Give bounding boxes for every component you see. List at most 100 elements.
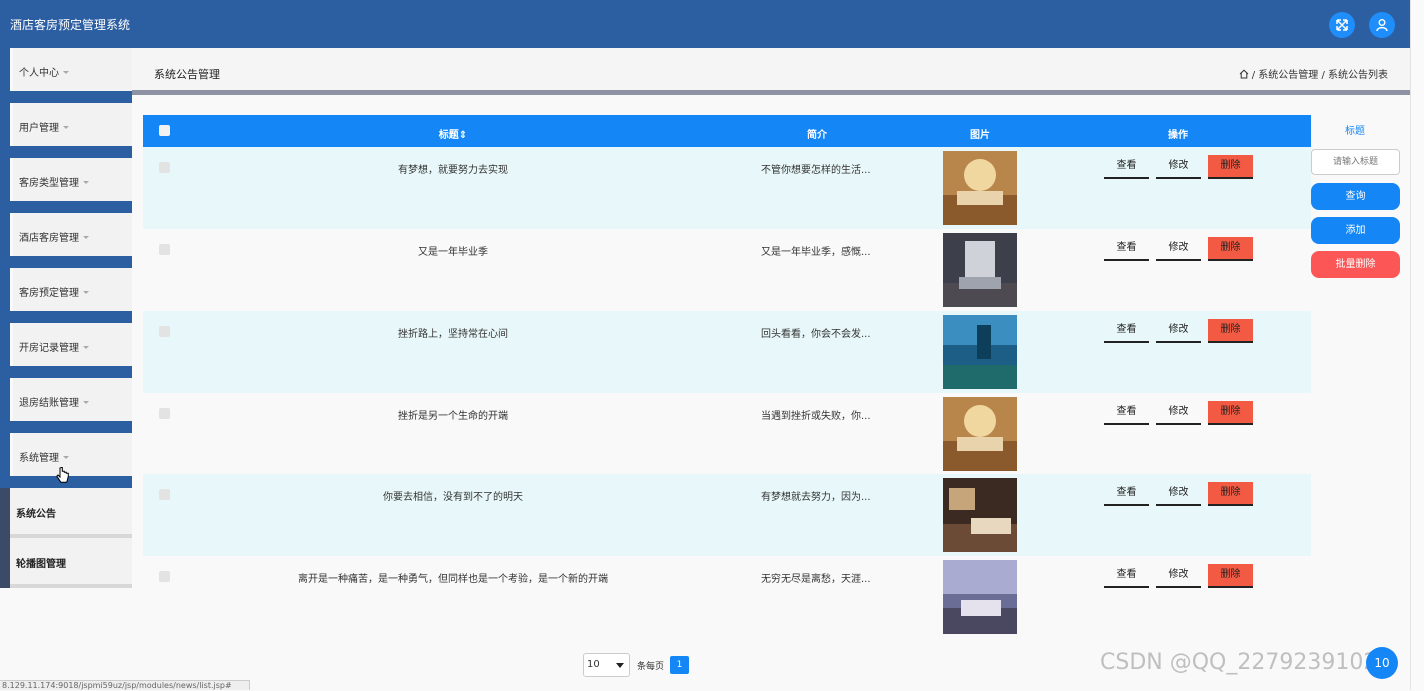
view-button[interactable]: 查看 [1104,237,1149,261]
caret-down-icon [83,236,89,239]
sidebar-subitem-label: 系统公告 [16,509,56,520]
search-title-input[interactable]: 请输入标题 [1311,149,1400,175]
row-checkbox[interactable] [159,162,170,173]
delete-button[interactable]: 删除 [1208,564,1253,588]
sidebar-subitem-card: 系统公告 [10,488,132,534]
row-checkbox[interactable] [159,489,170,500]
hand-cursor-icon [56,467,69,483]
sidebar-item-hotel-room-management[interactable]: 酒店客房管理 [0,213,132,268]
select-all-checkbox[interactable] [159,125,170,136]
sidebar-bar [10,146,132,158]
row-summary: 有梦想就去努力，因为... [761,492,871,503]
view-button[interactable]: 查看 [1104,401,1149,425]
table-row: 你要去相信，没有到不了的明天 有梦想就去努力，因为... 查看 修改 删除 [143,474,1311,556]
sidebar: 个人中心 用户管理 客房类型管理 酒店客房管理 客房预定管理 开房记录管理 退房… [0,48,132,588]
row-summary: 不管你想要怎样的生活... [761,165,871,176]
delete-button[interactable]: 删除 [1208,155,1253,179]
column-header-title[interactable]: 标题⇕ [439,126,467,141]
sidebar-item-label: 退房结账管理 [19,398,79,409]
add-button[interactable]: 添加 [1311,217,1400,244]
sidebar-strip [0,378,10,433]
page-header: 系统公告管理 / 系统公告管理 / 系统公告列表 [132,48,1410,90]
sidebar-item-card: 客房类型管理 [13,158,132,201]
sidebar-bar [10,91,132,103]
fullscreen-icon [1336,19,1348,31]
status-bar-url: 8.129.11.174:9018/jspmi59uz/jsp/modules/… [0,680,250,690]
sidebar-item-checkout-billing[interactable]: 退房结账管理 [0,378,132,433]
edit-button[interactable]: 修改 [1156,564,1201,588]
delete-button[interactable]: 删除 [1208,319,1253,343]
row-checkbox[interactable] [159,408,170,419]
sidebar-item-personal-center[interactable]: 个人中心 [0,48,132,103]
user-button[interactable] [1369,12,1395,38]
caret-down-icon [83,346,89,349]
delete-button[interactable]: 删除 [1208,401,1253,425]
chevron-down-icon [616,663,624,668]
batch-delete-button[interactable]: 批量删除 [1311,251,1400,278]
floating-button[interactable]: 10 [1366,647,1398,679]
sidebar-item-room-type-management[interactable]: 客房类型管理 [0,158,132,213]
page-number-current[interactable]: 1 [670,656,689,674]
sidebar-bar [10,256,132,268]
page-size-select[interactable]: 10 [583,653,630,677]
sidebar-strip [0,433,10,488]
sidebar-item-user-management[interactable]: 用户管理 [0,103,132,158]
query-button[interactable]: 查询 [1311,183,1400,210]
sidebar-item-label: 酒店客房管理 [19,233,79,244]
sidebar-strip [0,158,10,213]
sidebar-item-booking-management[interactable]: 客房预定管理 [0,268,132,323]
column-header-summary: 简介 [807,130,827,141]
row-summary: 无穷无尽是离愁，天涯... [761,574,871,585]
edit-button[interactable]: 修改 [1156,237,1201,261]
delete-button[interactable]: 删除 [1208,237,1253,261]
home-icon[interactable] [1239,69,1249,79]
sidebar-item-checkin-records[interactable]: 开房记录管理 [0,323,132,378]
row-checkbox[interactable] [159,244,170,255]
view-button[interactable]: 查看 [1104,319,1149,343]
view-button[interactable]: 查看 [1104,155,1149,179]
row-title: 挫折是另一个生命的开端 [398,411,508,422]
table-header: 标题⇕ 简介 图片 操作 [143,115,1311,147]
sidebar-strip [0,268,10,323]
sidebar-subitem-carousel[interactable]: 轮播图管理 [0,538,132,588]
sidebar-item-card: 客房预定管理 [13,268,132,311]
top-bar: 酒店客房预定管理系统 [0,0,1410,48]
breadcrumb-item[interactable]: 系统公告管理 [1258,70,1318,81]
sidebar-item-card: 系统管理 [13,433,132,476]
header-divider [132,90,1410,95]
sidebar-strip [0,488,10,538]
row-checkbox[interactable] [159,571,170,582]
sidebar-item-card: 个人中心 [13,48,132,91]
column-header-actions: 操作 [1168,130,1188,141]
delete-button[interactable]: 删除 [1208,482,1253,506]
view-button[interactable]: 查看 [1104,564,1149,588]
sidebar-strip [0,103,10,158]
sidebar-subitem-card: 轮播图管理 [10,538,132,584]
sidebar-item-card: 退房结账管理 [13,378,132,421]
sidebar-item-label: 开房记录管理 [19,343,79,354]
scrollbar-track[interactable] [1410,0,1424,690]
edit-button[interactable]: 修改 [1156,155,1201,179]
row-title: 挫折路上，坚持常在心间 [398,329,508,340]
caret-down-icon [63,71,69,74]
sidebar-bar [10,421,132,433]
table-row: 离开是一种痛苦，是一种勇气，但同样也是一个考验，是一个新的开端 无穷无尽是离愁，… [143,556,1311,638]
breadcrumb-separator: / [1251,70,1256,81]
view-button[interactable]: 查看 [1104,482,1149,506]
edit-button[interactable]: 修改 [1156,482,1201,506]
edit-button[interactable]: 修改 [1156,401,1201,425]
sidebar-subitem-announcements[interactable]: 系统公告 [0,488,132,538]
row-title: 离开是一种痛苦，是一种勇气，但同样也是一个考验，是一个新的开端 [298,574,608,585]
sidebar-strip [0,538,10,588]
per-page-label: 条每页 [637,662,665,672]
fullscreen-button[interactable] [1329,12,1355,38]
row-checkbox[interactable] [159,326,170,337]
app-title: 酒店客房预定管理系统 [10,18,131,32]
sidebar-item-label: 系统管理 [19,453,59,464]
edit-button[interactable]: 修改 [1156,319,1201,343]
table-row: 又是一年毕业季 又是一年毕业季，感慨... 查看 修改 删除 [143,229,1311,311]
sidebar-item-card: 用户管理 [13,103,132,146]
breadcrumb-item: 系统公告列表 [1328,70,1388,81]
caret-down-icon [63,456,69,459]
sidebar-item-card: 开房记录管理 [13,323,132,366]
